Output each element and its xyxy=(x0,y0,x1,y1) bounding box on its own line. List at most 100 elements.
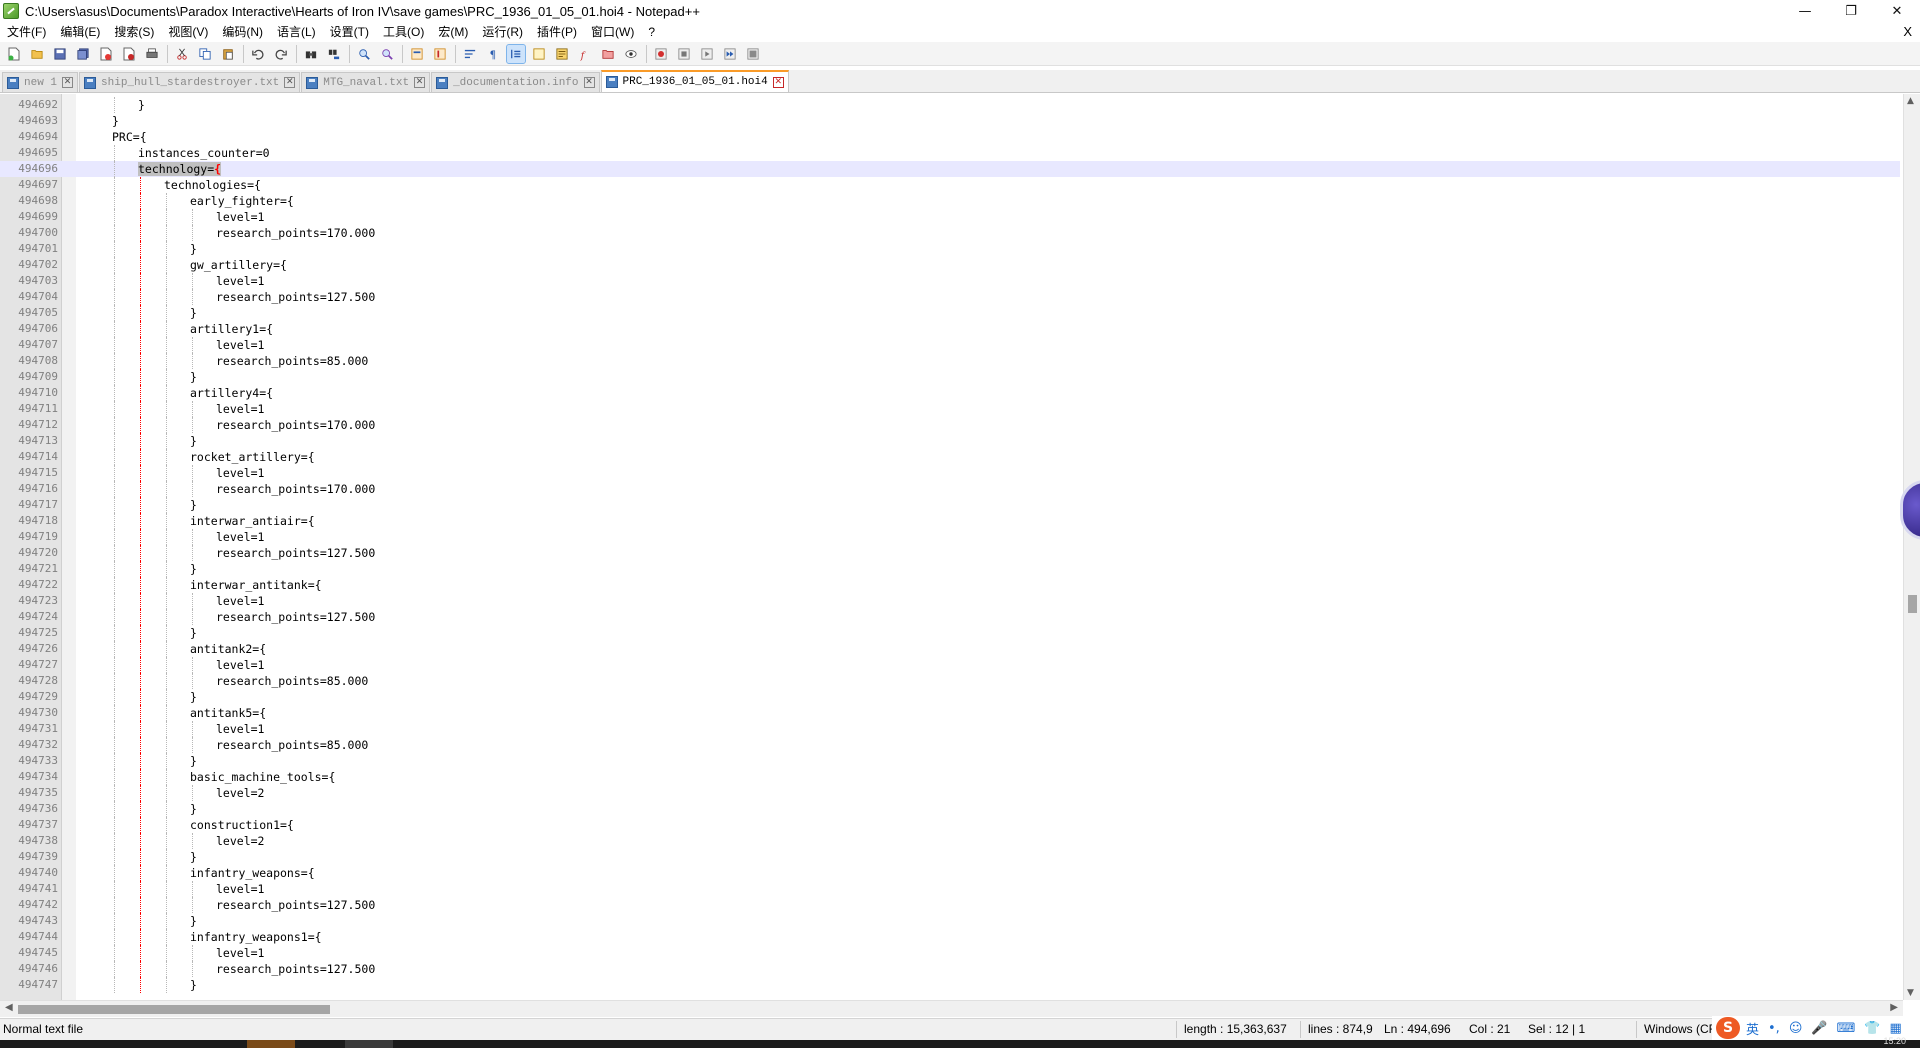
print-icon[interactable] xyxy=(143,45,161,63)
code-line[interactable]: 494734 basic_machine_tools={ xyxy=(0,769,1900,785)
code-line[interactable]: 494711 level=1 xyxy=(0,401,1900,417)
code-line[interactable]: 494709} xyxy=(0,369,1900,385)
open-file-icon[interactable] xyxy=(28,45,46,63)
play-macro-icon[interactable] xyxy=(698,45,716,63)
show-all-characters-icon[interactable]: ¶ xyxy=(484,45,502,63)
code-line[interactable]: 494729} xyxy=(0,689,1900,705)
scroll-right-icon[interactable]: ▶ xyxy=(1890,1002,1898,1013)
code-line[interactable]: 494720 research_points=127.500 xyxy=(0,545,1900,561)
close-file-icon[interactable] xyxy=(97,45,115,63)
menu-file[interactable]: 文件(F) xyxy=(0,22,53,42)
code-line[interactable]: 494707 level=1 xyxy=(0,337,1900,353)
code-line[interactable]: 494692} xyxy=(0,97,1900,113)
ime-emoji-icon[interactable]: ☺ xyxy=(1789,1021,1803,1036)
code-line[interactable]: 494728 research_points=85.000 xyxy=(0,673,1900,689)
code-line[interactable]: 494732 research_points=85.000 xyxy=(0,737,1900,753)
undo-icon[interactable] xyxy=(249,45,267,63)
menu-search[interactable]: 搜索(S) xyxy=(107,22,161,42)
tab-ship-hull-stardestroyer[interactable]: ship_hull_stardestroyer.txt ✕ xyxy=(79,72,301,92)
user-defined-language-icon[interactable] xyxy=(530,45,548,63)
code-line[interactable]: 494700 research_points=170.000 xyxy=(0,225,1900,241)
code-line[interactable]: 494712 research_points=170.000 xyxy=(0,417,1900,433)
code-line[interactable]: 494715 level=1 xyxy=(0,465,1900,481)
scroll-up-icon[interactable]: ▲ xyxy=(1907,96,1914,106)
tab-close-icon[interactable]: ✕ xyxy=(414,77,426,88)
code-line[interactable]: 494745 level=1 xyxy=(0,945,1900,961)
notepadpp-app-icon[interactable] xyxy=(3,3,19,19)
code-line[interactable]: 494744 infantry_weapons1={ xyxy=(0,929,1900,945)
sync-horizontal-icon[interactable] xyxy=(431,45,449,63)
code-line[interactable]: 494702 gw_artillery={ xyxy=(0,257,1900,273)
code-line[interactable]: 494701} xyxy=(0,241,1900,257)
paste-icon[interactable] xyxy=(219,45,237,63)
code-line[interactable]: 494719 level=1 xyxy=(0,529,1900,545)
code-line[interactable]: 494704 research_points=127.500 xyxy=(0,289,1900,305)
menu-tools[interactable]: 工具(O) xyxy=(376,22,431,42)
code-line[interactable]: 494710 artillery4={ xyxy=(0,385,1900,401)
minimize-button[interactable]: — xyxy=(1782,0,1828,22)
cut-icon[interactable] xyxy=(173,45,191,63)
taskbar-clock[interactable]: 15:20 xyxy=(1883,1036,1906,1046)
code-line[interactable]: 494730 antitank5={ xyxy=(0,705,1900,721)
zoom-out-icon[interactable] xyxy=(378,45,396,63)
save-icon[interactable] xyxy=(51,45,69,63)
horizontal-scroll-thumb[interactable] xyxy=(18,1005,330,1014)
code-line[interactable]: 494714 rocket_artillery={ xyxy=(0,449,1900,465)
code-line[interactable]: 494725} xyxy=(0,625,1900,641)
indent-guide-icon[interactable] xyxy=(506,43,526,64)
tab-close-icon[interactable]: ✕ xyxy=(284,77,296,88)
copy-icon[interactable] xyxy=(196,45,214,63)
redo-icon[interactable] xyxy=(272,45,290,63)
code-line[interactable]: 494724 research_points=127.500 xyxy=(0,609,1900,625)
code-line[interactable]: 494705} xyxy=(0,305,1900,321)
close-button[interactable]: ✕ xyxy=(1874,0,1920,22)
code-line[interactable]: 494718 interwar_antiair={ xyxy=(0,513,1900,529)
tab-close-icon[interactable]: ✕ xyxy=(583,77,595,88)
tab-documentation-info[interactable]: _documentation.info ✕ xyxy=(431,72,600,92)
save-all-icon[interactable] xyxy=(74,45,92,63)
tab-mtg-naval[interactable]: MTG_naval.txt ✕ xyxy=(301,72,431,92)
menu-run[interactable]: 运行(R) xyxy=(475,22,530,42)
tab-prc-save-file[interactable]: PRC_1936_01_05_01.hoi4 ✕ xyxy=(600,70,789,92)
code-line[interactable]: 494697 technologies={ xyxy=(0,177,1900,193)
code-line[interactable]: 494727 level=1 xyxy=(0,657,1900,673)
monitoring-icon[interactable] xyxy=(622,45,640,63)
tab-close-icon[interactable]: ✕ xyxy=(772,76,784,88)
code-line[interactable]: 494733} xyxy=(0,753,1900,769)
code-line[interactable]: 494699 level=1 xyxy=(0,209,1900,225)
code-line[interactable]: 494743} xyxy=(0,913,1900,929)
code-line[interactable]: 494696 technology={ xyxy=(0,161,1900,177)
code-line[interactable]: 494721} xyxy=(0,561,1900,577)
ime-skin-icon[interactable]: 👕 xyxy=(1864,1021,1880,1036)
code-line[interactable]: 494695 instances_counter=0 xyxy=(0,145,1900,161)
code-line[interactable]: 494742 research_points=127.500 xyxy=(0,897,1900,913)
code-line[interactable]: 494737 construction1={ xyxy=(0,817,1900,833)
menu-language[interactable]: 语言(L) xyxy=(270,22,323,42)
code-line[interactable]: 494703 level=1 xyxy=(0,273,1900,289)
status-eol-format[interactable]: Windows (CR xyxy=(1644,1019,1712,1040)
ime-language-toggle[interactable]: 英 xyxy=(1746,1019,1759,1038)
code-line[interactable]: 494731 level=1 xyxy=(0,721,1900,737)
code-line[interactable]: 494726 antitank2={ xyxy=(0,641,1900,657)
code-line[interactable]: 494713} xyxy=(0,433,1900,449)
code-line[interactable]: 494723 level=1 xyxy=(0,593,1900,609)
replace-icon[interactable] xyxy=(325,45,343,63)
menu-macro[interactable]: 宏(M) xyxy=(431,22,475,42)
function-list-icon[interactable]: f xyxy=(576,45,594,63)
menu-encoding[interactable]: 编码(N) xyxy=(215,22,270,42)
close-all-icon[interactable] xyxy=(120,45,138,63)
menu-help[interactable]: ? xyxy=(641,22,662,42)
ime-voice-icon[interactable]: 🎤 xyxy=(1811,1021,1827,1036)
code-line[interactable]: 494746 research_points=127.500 xyxy=(0,961,1900,977)
sogou-logo-icon[interactable]: S xyxy=(1716,1017,1740,1039)
code-line[interactable]: 494716 research_points=170.000 xyxy=(0,481,1900,497)
document-map-icon[interactable] xyxy=(553,45,571,63)
vertical-scroll-thumb[interactable] xyxy=(1908,595,1917,613)
code-line[interactable]: 494698 early_fighter={ xyxy=(0,193,1900,209)
horizontal-scrollbar[interactable]: ◀ ▶ xyxy=(0,1000,1903,1017)
code-line[interactable]: 494736} xyxy=(0,801,1900,817)
vertical-scrollbar[interactable]: ▲ ▼ xyxy=(1903,94,1920,1000)
record-macro-icon[interactable] xyxy=(652,45,670,63)
restore-button[interactable]: ❐ xyxy=(1828,0,1874,22)
taskbar-app-button[interactable] xyxy=(247,1040,295,1048)
